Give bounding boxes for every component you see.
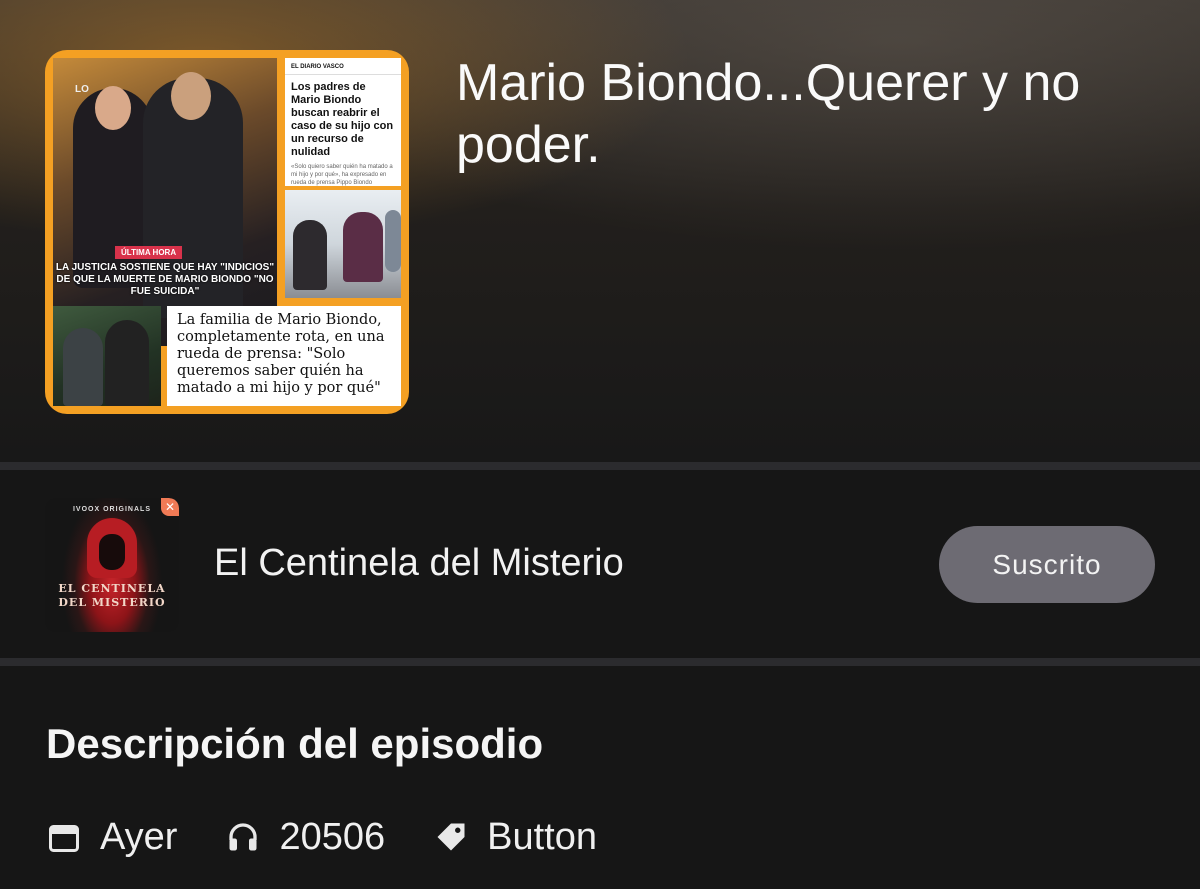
cover-breaking-tag: ÚLTIMA HORA (115, 246, 183, 259)
podcast-thumb-title: EL CENTINELA DEL MISTERIO (58, 582, 166, 609)
description-heading: Descripción del episodio (46, 720, 544, 767)
subscribe-button[interactable]: Suscrito (939, 526, 1155, 603)
cover-photo-logo: LO (75, 84, 89, 95)
cover-news-subhead: «Solo quiero saber quién ha matado a mi … (291, 164, 393, 186)
episode-cover[interactable]: LO ÚLTIMA HORA LA JUSTICIA SOSTIENE QUE … (45, 50, 409, 414)
podcast-thumbnail[interactable]: IVOOX ORIGINALS ✕ EL CENTINELA DEL MISTE… (45, 498, 179, 632)
cover-newspaper-name: EL DIARIO VASCO (285, 58, 401, 75)
podcast-row[interactable]: IVOOX ORIGINALS ✕ EL CENTINELA DEL MISTE… (0, 470, 1200, 658)
cover-news-clip: EL DIARIO VASCO Los padres de Mario Bion… (285, 58, 401, 186)
tag-icon (437, 823, 465, 851)
divider (0, 462, 1200, 470)
cover-news2-headline: La familia de Mario Biondo, completament… (177, 312, 385, 396)
podcast-thumb-brand: IVOOX ORIGINALS (72, 506, 151, 513)
headphones-icon (229, 823, 258, 851)
divider (0, 658, 1200, 666)
episode-tag-button[interactable]: Button (487, 816, 597, 859)
cover-news-clip-2: La familia de Mario Biondo, completament… (167, 306, 401, 406)
cover-photo-couple-small (53, 306, 161, 406)
cover-news-headline: Los padres de Mario Biondo buscan reabri… (291, 81, 394, 158)
episode-header: LO ÚLTIMA HORA LA JUSTICIA SOSTIENE QUE … (0, 0, 1200, 462)
close-icon: ✕ (161, 498, 179, 516)
episode-title: Mario Biondo...Querer y no poder. (456, 54, 1081, 174)
episode-meta: Ayer 20506 Button (46, 812, 645, 862)
cover-photo-couple (53, 58, 277, 346)
calendar-icon (49, 825, 79, 852)
episode-date: Ayer (100, 815, 178, 858)
cover-photo-press-conference (285, 190, 401, 298)
podcast-name[interactable]: El Centinela del Misterio (214, 542, 624, 585)
episode-plays: 20506 (279, 815, 386, 858)
cover-photo-caption: LA JUSTICIA SOSTIENE QUE HAY "INDICIOS" … (55, 262, 275, 297)
